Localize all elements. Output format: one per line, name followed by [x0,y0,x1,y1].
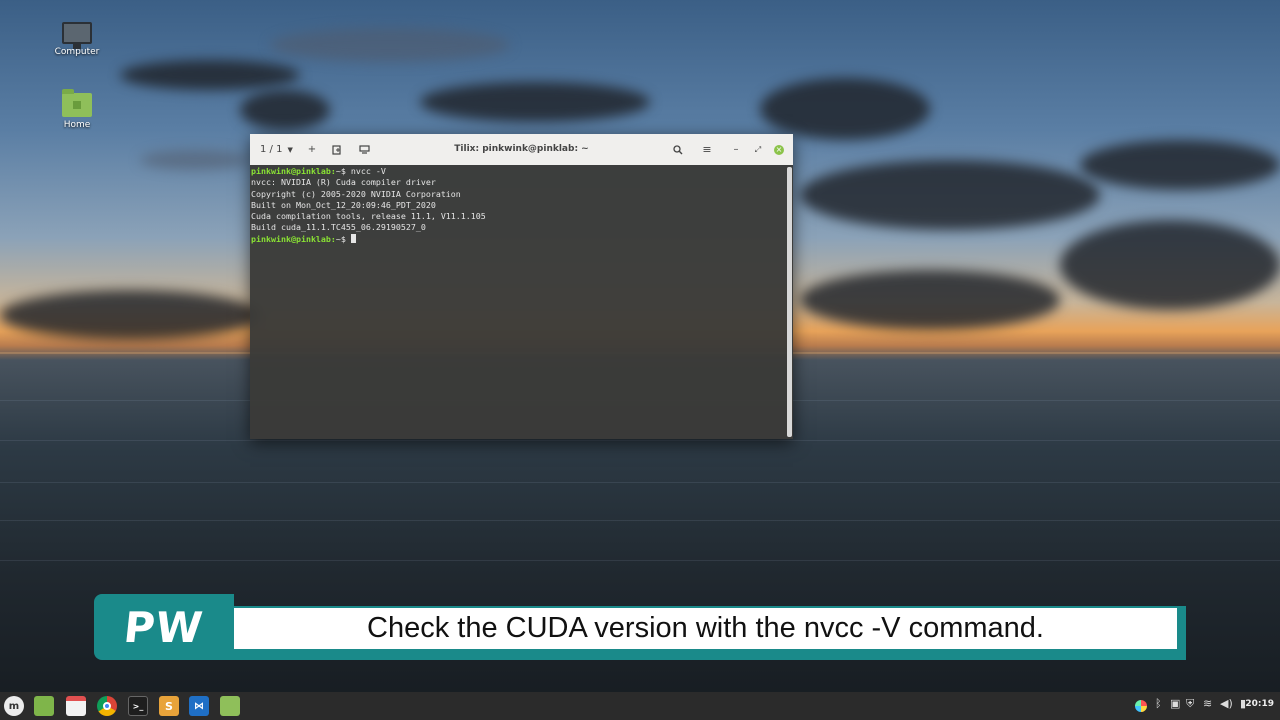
maximize-icon: ⤢ [754,144,762,154]
terminal-window[interactable]: 1 / 1 ▼ + Tilix: pinkwink@pinklab: ~ ≡ –… [250,134,793,439]
channel-logo: PW [94,594,234,660]
bluetooth-icon[interactable]: ᛒ [1155,697,1162,710]
caption-banner: PW Check the CUDA version with the nvcc … [94,594,1186,660]
shield-icon[interactable]: ⛨ [1186,697,1194,711]
find-button[interactable] [671,142,685,157]
terminal-line: nvcc: NVIDIA (R) Cuda compiler driver [251,177,436,188]
mint-menu-icon[interactable]: m [4,696,24,716]
text-cursor [350,233,356,243]
close-button[interactable]: × [773,142,785,157]
prompt: pinkwink@pinklab: [251,233,336,244]
calendar-icon[interactable] [66,696,86,716]
terminal-line: pinkwink@pinklab:~$ [251,233,785,245]
desktop-home-label: Home [63,120,91,130]
terminal-titlebar[interactable]: 1 / 1 ▼ + Tilix: pinkwink@pinklab: ~ ≡ –… [250,134,793,165]
search-icon [673,144,683,154]
chevron-down-icon: ▼ [287,145,293,154]
close-icon: × [774,144,784,155]
add-terminal-right-button[interactable] [330,142,344,157]
add-terminal-down-button[interactable] [357,142,371,157]
caption-text: Check the CUDA version with the nvcc -V … [234,608,1177,649]
taskbar: m >_ S ⋈ ᛒ ▣ ⛨ ≋ ◀) ▮ 20:19 [0,692,1280,720]
session-indicator: 1 / 1 [260,144,283,155]
desktop-computer[interactable]: Computer [37,22,117,57]
hamburger-icon: ≡ [702,143,712,156]
wifi-icon[interactable]: ≋ [1203,697,1212,710]
files-icon[interactable] [34,696,54,716]
volume-icon[interactable]: ◀) [1220,697,1233,710]
plus-icon: + [307,144,317,155]
color-icon[interactable] [1135,700,1147,712]
terminal-icon[interactable]: >_ [128,696,148,716]
terminal-line: Build cuda_11.1.TC455_06.29190527_0 [251,222,426,233]
menu-button[interactable]: ≡ [700,142,714,157]
terminal-scrollbar[interactable] [787,167,792,437]
chrome-icon[interactable] [97,696,117,716]
terminal-line: Built on Mon_Oct_12_20:09:46_PDT_2020 [251,199,436,210]
minimize-button[interactable]: – [730,142,742,157]
command-text: ~$ nvcc -V [335,166,386,176]
command-text: ~$ [335,233,351,244]
minimize-icon: – [733,144,739,155]
home-folder-icon [62,89,92,117]
terminal-output[interactable]: pinkwink@pinklab:~$ nvcc -V nvcc: NVIDIA … [250,165,786,439]
folder-icon[interactable] [220,696,240,716]
desktop-home[interactable]: Home [37,89,117,130]
maximize-button[interactable]: ⤢ [752,142,764,157]
clipboard-icon[interactable]: ▣ [1170,697,1180,710]
sublime-icon[interactable]: S [159,696,179,716]
session-switcher[interactable]: 1 / 1 ▼ [260,142,293,157]
computer-icon [62,22,92,49]
terminal-line: Cuda compilation tools, release 11.1, V1… [251,211,486,222]
split-right-icon [332,144,341,155]
add-session-button[interactable]: + [305,142,319,157]
vscode-icon[interactable]: ⋈ [189,696,209,716]
terminal-line: pinkwink@pinklab:~$ nvcc -V [251,166,785,177]
logo-text: PW [121,602,207,652]
clock[interactable]: 20:19 [1245,699,1274,709]
split-down-icon [358,144,370,154]
prompt: pinkwink@pinklab: [251,166,336,176]
terminal-line: Copyright (c) 2005-2020 NVIDIA Corporati… [251,188,461,199]
